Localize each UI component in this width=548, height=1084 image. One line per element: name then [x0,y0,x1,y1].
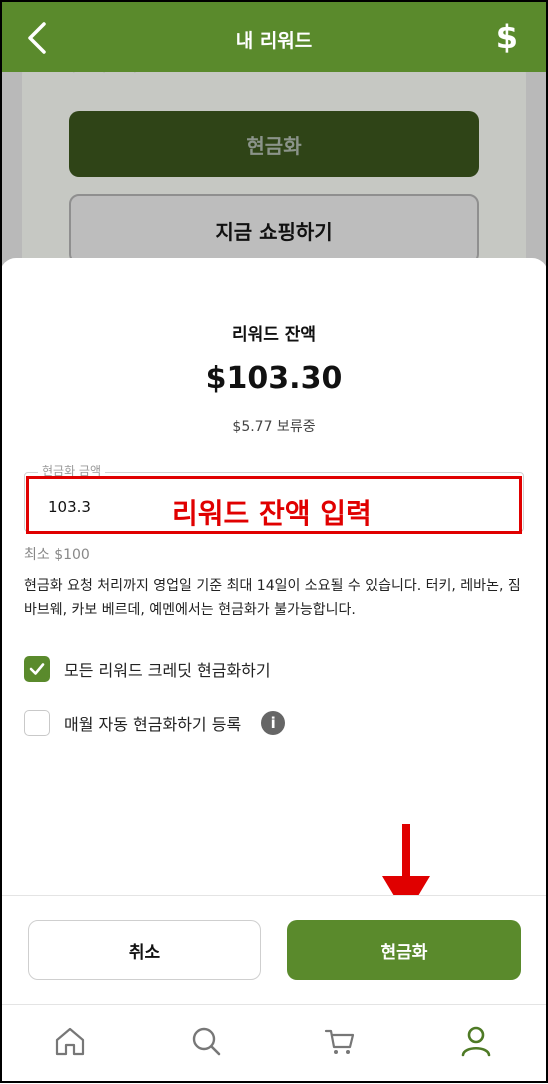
option-all-credits[interactable]: 모든 리워드 크레딧 현금화하기 [24,656,271,682]
balance-label: 리워드 잔액 [231,325,317,345]
background-cashout-button: 현금화 [69,111,479,177]
info-icon[interactable]: i [261,711,286,735]
balance-value: $103.30 [205,361,343,396]
minimum-note: 최소 $100 [24,547,90,563]
page-title: 내 리워드 [235,30,313,52]
cart-icon[interactable] [322,1023,358,1059]
pending-amount: $5.77 보류중 [232,419,316,435]
search-icon[interactable] [188,1023,224,1059]
home-icon[interactable] [52,1023,88,1059]
cashout-button[interactable]: 현금화 [287,920,521,980]
option-monthly-label: 매월 자동 현금화하기 등록 [64,715,242,734]
checkmark-icon [29,663,45,675]
app-header: 내 리워드 $ [0,0,548,72]
cashout-notice: 현금화 요청 처리까지 영업일 기준 최대 14일이 소요될 수 있습니다. 터… [24,578,521,618]
checkbox-unchecked[interactable] [24,710,50,736]
dollar-icon[interactable]: $ [496,18,518,56]
cancel-button[interactable]: 취소 [28,920,261,980]
action-bar: 취소 현금화 [0,895,548,1004]
profile-icon[interactable] [458,1023,494,1059]
checkbox-checked[interactable] [24,656,50,682]
annotation-text: 리워드 잔액 입력 [172,497,372,530]
option-monthly-auto[interactable]: 매월 자동 현금화하기 등록 i [24,710,286,736]
option-all-label: 모든 리워드 크레딧 현금화하기 [64,661,271,680]
background-shop-now-button: 지금 쇼핑하기 [69,194,479,264]
bottom-nav [0,1004,548,1084]
